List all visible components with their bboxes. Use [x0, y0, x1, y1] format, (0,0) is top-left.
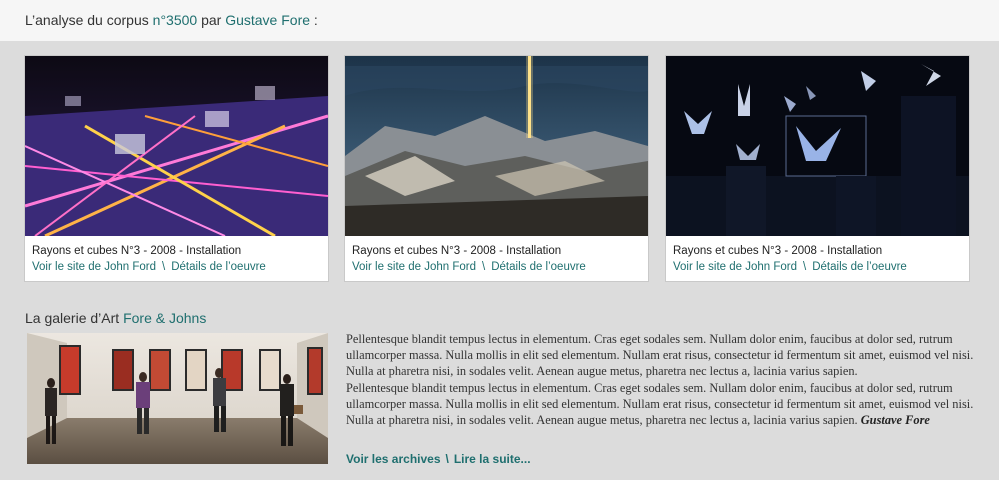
artwork-links-1: Voir le site de John Ford \ Détails de l’o… — [32, 261, 266, 273]
gallery-paragraph-2: Pellentesque blandit tempus lectus in el… — [346, 380, 976, 429]
link-separator: \ — [482, 261, 486, 273]
gallery-title: La galerie d’Art Fore & Johns — [25, 310, 206, 326]
artwork-card-2: Rayons et cubes N°3 - 2008 - Installatio… — [344, 55, 649, 282]
artwork-card-3: Rayons et cubes N°3 - 2008 - Installatio… — [665, 55, 970, 282]
artwork-caption-1: Rayons et cubes N°3 - 2008 - Installatio… — [32, 245, 242, 257]
artwork-caption-2: Rayons et cubes N°3 - 2008 - Installatio… — [352, 245, 562, 257]
artwork-links-2: Voir le site de John Ford \ Détails de l’o… — [352, 261, 586, 273]
link-separator: \ — [445, 452, 449, 466]
author-link[interactable]: Gustave Fore — [225, 12, 310, 28]
gallery-name-link[interactable]: Fore & Johns — [123, 310, 206, 326]
title-by: par — [201, 12, 222, 28]
artwork-details-link-2[interactable]: Détails de l’oeuvre — [491, 261, 586, 273]
artwork-links-3: Voir le site de John Ford \ Détails de l’o… — [673, 261, 907, 273]
read-more-link[interactable]: Lire la suite... — [454, 452, 531, 466]
gallery-links: Voir les archives \ Lire la suite... — [346, 452, 531, 466]
artwork-caption-3: Rayons et cubes N°3 - 2008 - Installatio… — [673, 245, 883, 257]
gallery-paragraph-1: Pellentesque blandit tempus lectus in el… — [346, 332, 974, 379]
corpus-number-link[interactable]: n°3500 — [153, 12, 198, 28]
gallery-description: Pellentesque blandit tempus lectus in el… — [346, 331, 976, 428]
artwork-image-3[interactable] — [666, 56, 969, 236]
artist-site-link-3[interactable]: Voir le site de John Ford — [673, 261, 797, 273]
artwork-image-1[interactable] — [25, 56, 328, 236]
title-suffix: : — [313, 12, 318, 28]
artwork-image-2[interactable] — [345, 56, 648, 236]
page-header: L’analyse du corpus n°3500 par Gustave F… — [0, 0, 999, 41]
archives-link[interactable]: Voir les archives — [346, 452, 441, 466]
gallery-signature: Gustave Fore — [860, 413, 930, 428]
artwork-details-link-1[interactable]: Détails de l’oeuvre — [171, 261, 266, 273]
link-separator: \ — [803, 261, 807, 273]
gallery-photo[interactable] — [27, 333, 328, 464]
gallery-title-prefix: La galerie d’Art — [25, 310, 120, 326]
artwork-card-1: Rayons et cubes N°3 - 2008 - Installatio… — [24, 55, 329, 282]
artist-site-link-2[interactable]: Voir le site de John Ford — [352, 261, 476, 273]
link-separator: \ — [162, 261, 166, 273]
artwork-details-link-3[interactable]: Détails de l’oeuvre — [812, 261, 907, 273]
title-prefix: L’analyse du corpus — [25, 12, 149, 28]
page-title: L’analyse du corpus n°3500 par Gustave F… — [25, 12, 318, 28]
artist-site-link-1[interactable]: Voir le site de John Ford — [32, 261, 156, 273]
